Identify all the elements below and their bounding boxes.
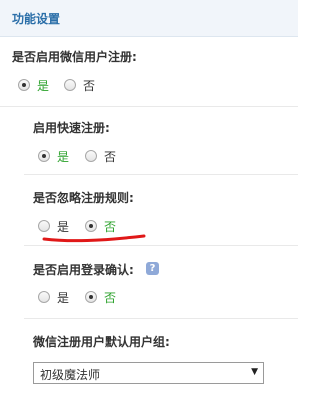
- radio-label: 是: [37, 78, 50, 93]
- settings-panel: 功能设置 是否启用微信用户注册: 是 否 启用快速注册: 是 否 是否忽略注册规…: [0, 0, 298, 396]
- setting-label: 启用快速注册:: [33, 121, 110, 135]
- radio-circle[interactable]: [38, 150, 50, 162]
- setting-label: 微信注册用户默认用户组:: [33, 335, 170, 349]
- radio-yes[interactable]: 是: [18, 76, 49, 94]
- radio-yes[interactable]: 是: [38, 147, 69, 165]
- chevron-down-icon[interactable]: ▼: [251, 367, 258, 377]
- radio-no[interactable]: 否: [85, 288, 116, 306]
- radio-no[interactable]: 否: [85, 147, 116, 165]
- radio-label: 否: [104, 149, 117, 164]
- radio-circle[interactable]: [38, 291, 50, 303]
- radio-circle[interactable]: [85, 291, 97, 303]
- panel-title: 功能设置: [12, 12, 61, 26]
- setting-label: 是否启用微信用户注册:: [12, 50, 137, 64]
- radio-circle[interactable]: [18, 79, 30, 91]
- radio-label: 是: [57, 149, 70, 164]
- radio-yes[interactable]: 是: [38, 288, 69, 306]
- radio-no[interactable]: 否: [64, 76, 95, 94]
- radio-circle[interactable]: [64, 79, 76, 91]
- annotation-underline: [42, 234, 146, 243]
- setting-label: 是否忽略注册规则:: [33, 191, 134, 205]
- radio-label: 否: [104, 290, 117, 305]
- select-value: 初级魔法师: [40, 368, 101, 382]
- radio-circle[interactable]: [85, 150, 97, 162]
- panel-header: 功能设置: [0, 0, 298, 37]
- setting-label: 是否启用登录确认:: [33, 263, 134, 277]
- question-icon[interactable]: ?: [146, 262, 159, 275]
- radio-label: 是: [57, 290, 70, 305]
- divider: [0, 106, 298, 107]
- default-group-select[interactable]: 初级魔法师 ▼: [33, 362, 264, 384]
- divider: [24, 318, 298, 319]
- divider: [24, 174, 298, 175]
- divider: [24, 245, 298, 246]
- radio-label: 否: [83, 78, 96, 93]
